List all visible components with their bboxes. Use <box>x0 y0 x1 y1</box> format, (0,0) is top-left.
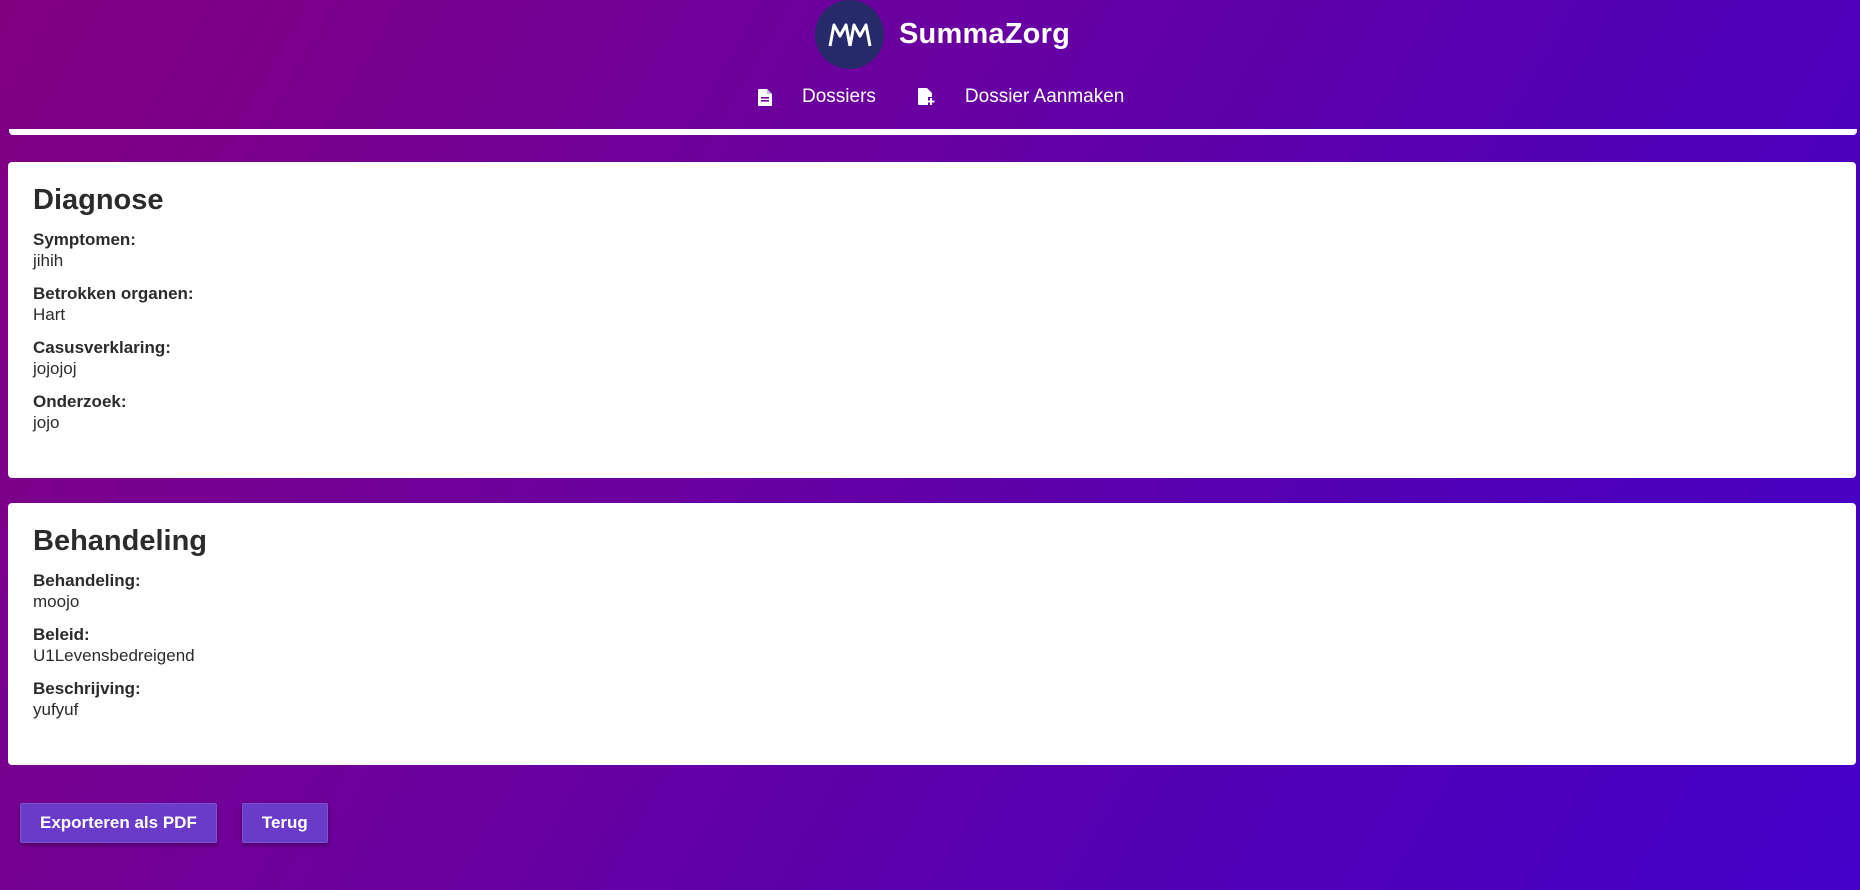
field-label: Betrokken organen: <box>33 284 194 303</box>
nav-item-dossier-aanmaken[interactable]: Dossier Aanmaken <box>917 86 1125 108</box>
field-value: Hart <box>33 305 66 324</box>
field-label: Beschrijving: <box>33 679 141 698</box>
field-value: jojojoj <box>33 359 77 378</box>
main-nav: Dossiers Dossier Aanmaken <box>758 86 1124 108</box>
behandeling-card: Behandeling Behandeling: moojo Beleid: U… <box>8 503 1856 765</box>
field-value: U1Levensbedreigend <box>33 646 195 665</box>
nav-item-label: Dossier Aanmaken <box>964 86 1125 107</box>
field-value: yufyuf <box>33 700 79 719</box>
field-behandeling: Behandeling: moojo <box>33 570 1831 612</box>
logo-icon <box>815 0 884 69</box>
action-buttons: Exporteren als PDF Terug <box>20 803 328 843</box>
app-header: SummaZorg Dossiers Dossier Aanmaken <box>0 0 1860 130</box>
field-label: Symptomen: <box>33 230 136 249</box>
field-value: moojo <box>33 592 80 611</box>
section-title: Behandeling <box>33 525 208 557</box>
field-beschrijving: Beschrijving: yufyuf <box>33 678 1831 720</box>
field-label: Behandeling: <box>33 571 141 590</box>
field-betrokken-organen: Betrokken organen: Hart <box>33 283 1831 325</box>
brand-name: SummaZorg <box>899 18 1070 50</box>
field-label: Casusverklaring: <box>33 338 171 357</box>
field-label: Beleid: <box>33 625 90 644</box>
diagnose-card: Diagnose Symptomen: jihih Betrokken orga… <box>8 162 1856 478</box>
file-add-icon <box>917 88 935 106</box>
nav-item-label: Dossiers <box>802 86 876 107</box>
export-pdf-button[interactable]: Exporteren als PDF <box>20 803 217 843</box>
previous-card-bottom <box>9 129 1857 135</box>
field-beleid: Beleid: U1Levensbedreigend <box>33 624 1831 666</box>
file-icon <box>758 88 772 106</box>
back-button[interactable]: Terug <box>241 803 328 843</box>
field-value: jihih <box>33 251 64 270</box>
field-symptomen: Symptomen: jihih <box>33 229 1831 271</box>
section-title: Diagnose <box>33 184 164 216</box>
field-onderzoek: Onderzoek: jojo <box>33 391 1831 433</box>
field-casusverklaring: Casusverklaring: jojojoj <box>33 337 1831 379</box>
field-value: jojo <box>33 413 60 432</box>
brand[interactable]: SummaZorg <box>815 0 1070 69</box>
nav-item-dossiers[interactable]: Dossiers <box>758 86 876 108</box>
field-label: Onderzoek: <box>33 392 127 411</box>
